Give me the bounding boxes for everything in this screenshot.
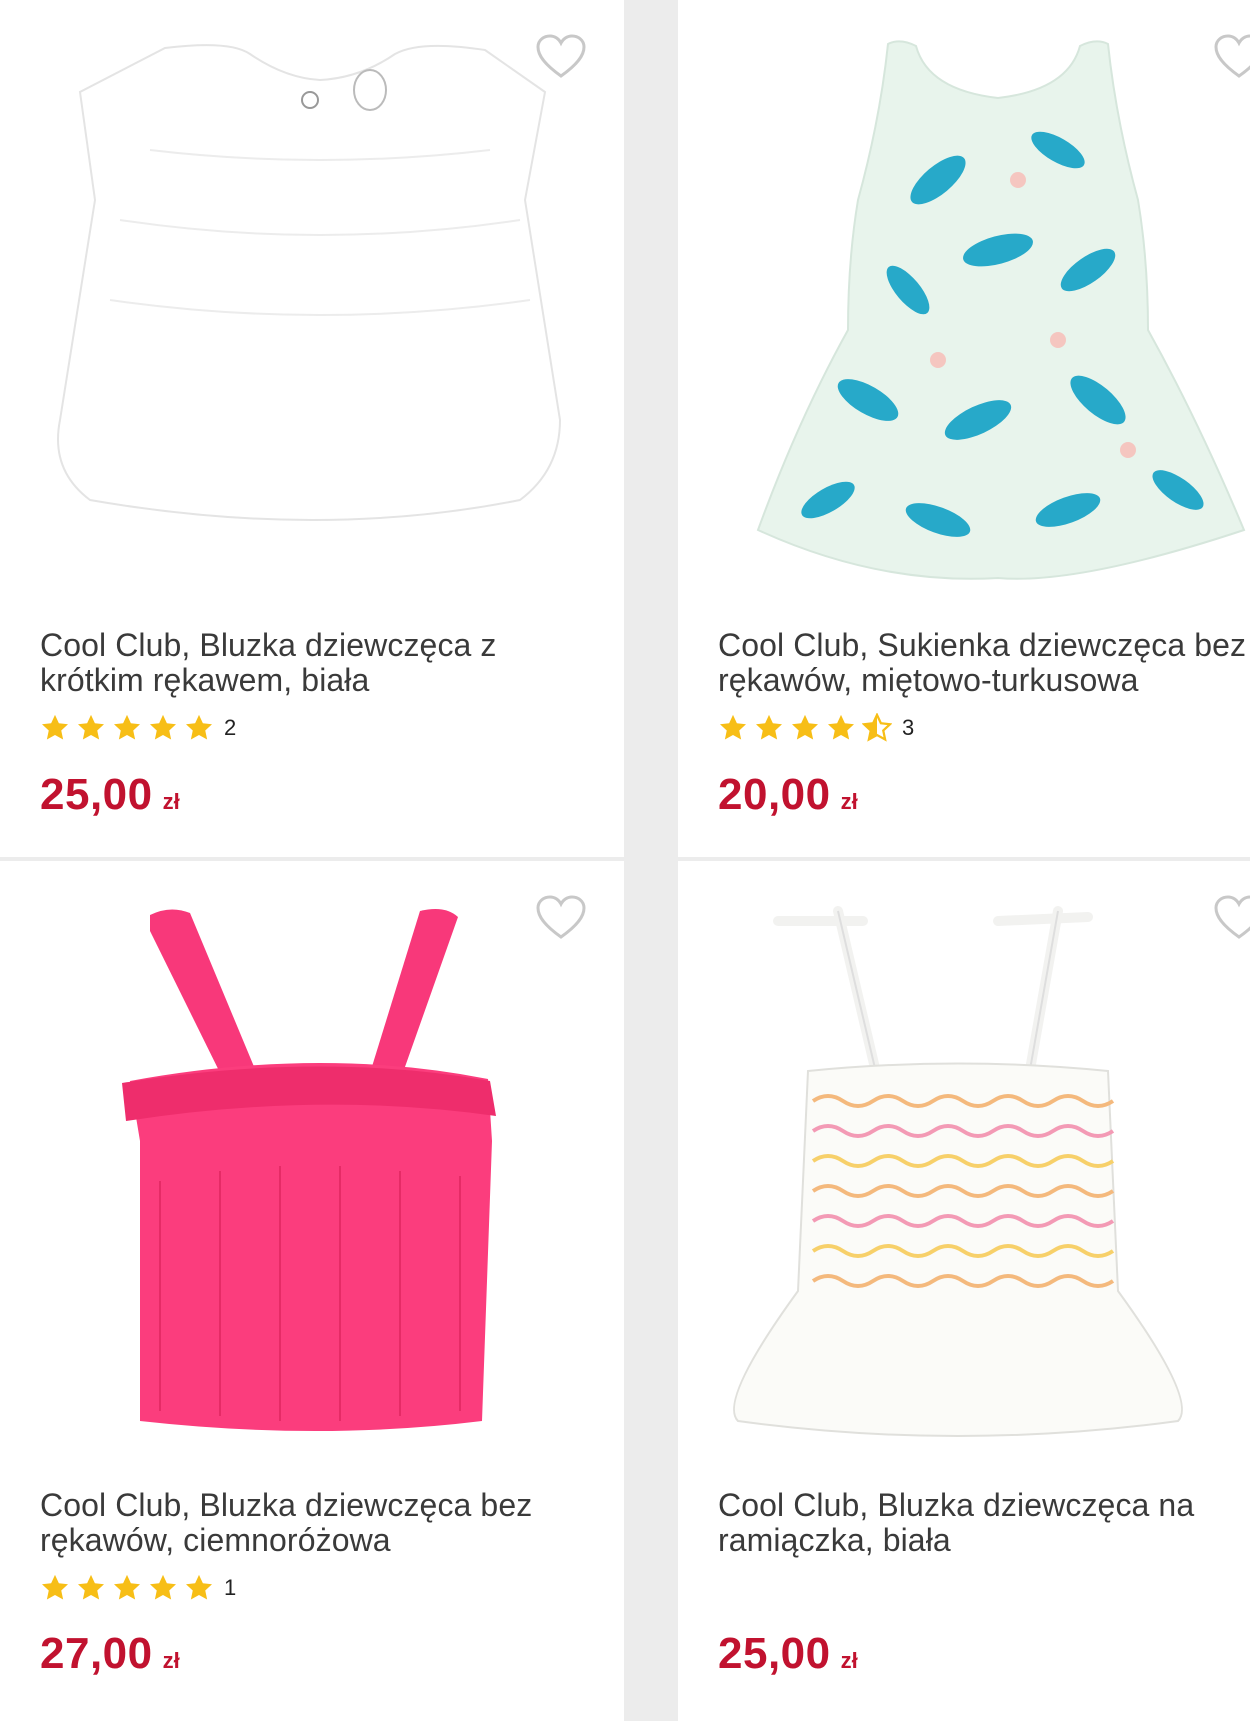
star-icon <box>828 714 854 740</box>
product-card[interactable]: Cool Club, Bluzka dziewczęca bez rękawów… <box>0 861 624 1721</box>
rating-count: 1 <box>224 1575 237 1600</box>
product-rating: 1 <box>40 1572 236 1604</box>
star-icon <box>42 714 68 740</box>
product-price: 27,00 zł <box>40 1629 180 1679</box>
favorite-heart-icon[interactable] <box>1214 34 1250 80</box>
star-icon <box>792 714 818 740</box>
product-image[interactable] <box>0 861 624 1461</box>
product-price: 20,00 zł <box>718 770 858 820</box>
star-icon <box>186 1574 212 1600</box>
favorite-heart-icon[interactable] <box>536 34 586 80</box>
star-icon <box>150 1574 176 1600</box>
star-icon <box>114 714 140 740</box>
product-image[interactable] <box>0 0 624 600</box>
price-value: 25,00 <box>718 1629 831 1678</box>
product-title[interactable]: Cool Club, Bluzka dziewczęca bez rękawów… <box>40 1488 580 1558</box>
star-icon <box>756 714 782 740</box>
product-title[interactable]: Cool Club, Bluzka dziewczęca na ramiączk… <box>718 1488 1250 1558</box>
product-price: 25,00 zł <box>40 770 180 820</box>
price-value: 20,00 <box>718 770 831 819</box>
price-value: 25,00 <box>40 770 153 819</box>
product-image[interactable] <box>678 0 1250 600</box>
favorite-heart-icon[interactable] <box>1214 895 1250 941</box>
star-icon <box>42 1574 68 1600</box>
rating-count: 3 <box>902 715 915 740</box>
price-currency: zł <box>162 789 180 814</box>
price-currency: zł <box>840 789 858 814</box>
price-currency: zł <box>162 1648 180 1673</box>
star-icon <box>78 1574 104 1600</box>
star-icon <box>150 714 176 740</box>
star-icon <box>78 714 104 740</box>
product-rating: 3 <box>718 712 914 744</box>
product-title[interactable]: Cool Club, Sukienka dziewczęca bez rękaw… <box>718 628 1250 698</box>
half-star-icon <box>862 713 892 742</box>
favorite-heart-icon[interactable] <box>536 895 586 941</box>
price-currency: zł <box>840 1648 858 1673</box>
product-card[interactable]: Cool Club, Sukienka dziewczęca bez rękaw… <box>678 0 1250 857</box>
product-price: 25,00 zł <box>718 1629 858 1679</box>
product-rating: 2 <box>40 712 236 744</box>
product-title[interactable]: Cool Club, Bluzka dziewczęca z krótkim r… <box>40 628 580 698</box>
star-icon <box>186 714 212 740</box>
product-card[interactable]: Cool Club, Bluzka dziewczęca z krótkim r… <box>0 0 624 857</box>
product-image[interactable] <box>678 861 1250 1461</box>
rating-count: 2 <box>224 715 237 740</box>
price-value: 27,00 <box>40 1629 153 1678</box>
star-icon <box>720 714 746 740</box>
star-icon <box>114 1574 140 1600</box>
product-card[interactable]: Cool Club, Bluzka dziewczęca na ramiączk… <box>678 861 1250 1721</box>
